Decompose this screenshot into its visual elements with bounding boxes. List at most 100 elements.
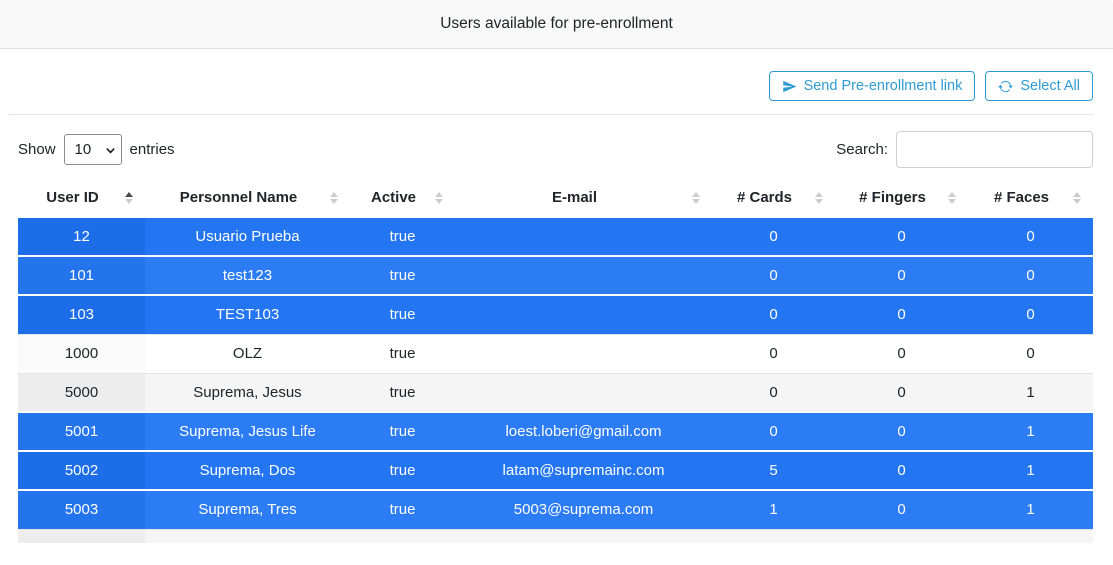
cell-user-id: 103	[18, 295, 145, 334]
cell-user-id: 1000	[18, 334, 145, 373]
sort-arrows-icon	[435, 192, 443, 204]
sort-arrows-icon	[1073, 192, 1081, 204]
column-label: User ID	[46, 189, 99, 206]
cell-personnel-name: OLZ	[145, 334, 350, 373]
cell-email	[455, 529, 712, 543]
cell-user-id: 5000	[18, 373, 145, 412]
show-label: Show	[18, 141, 56, 158]
cell-cards: 0	[712, 295, 835, 334]
cell-personnel-name: test123	[145, 256, 350, 295]
select-all-button[interactable]: Select All	[985, 71, 1093, 101]
cell-email	[455, 334, 712, 373]
table-row-partial[interactable]	[18, 529, 1093, 543]
column-label: Personnel Name	[180, 189, 298, 206]
table-row[interactable]: 1000OLZtrue000	[18, 334, 1093, 373]
page-title: Users available for pre-enrollment	[440, 15, 673, 33]
cell-personnel-name: Suprema, Jesus Life	[145, 412, 350, 451]
cell-email: latam@supremainc.com	[455, 451, 712, 490]
cell-cards: 5	[712, 451, 835, 490]
column-label: E-mail	[552, 189, 597, 206]
paper-plane-icon	[782, 79, 797, 94]
cell-fingers: 0	[835, 451, 968, 490]
cell-faces: 0	[968, 334, 1093, 373]
users-table: User ID Personnel Name Active E-mail # C…	[18, 179, 1093, 543]
pre-enrollment-panel: Users available for pre-enrollment Send …	[0, 0, 1113, 543]
cell-personnel-name: Suprema, Tres	[145, 490, 350, 529]
cell-personnel-name: Suprema, Dos	[145, 451, 350, 490]
datatable-controls: Show 10 entries Search:	[0, 115, 1113, 179]
cell-fingers: 0	[835, 412, 968, 451]
table-row[interactable]: 5003Suprema, Trestrue5003@suprema.com101	[18, 490, 1093, 529]
toolbar: Send Pre-enrollment link Select All	[0, 49, 1113, 114]
column-header-cards[interactable]: # Cards	[712, 179, 835, 217]
cell-faces: 1	[968, 490, 1093, 529]
cell-fingers: 0	[835, 295, 968, 334]
table-row[interactable]: 12Usuario Pruebatrue000	[18, 217, 1093, 256]
select-all-label: Select All	[1020, 78, 1080, 94]
cell-fingers: 0	[835, 490, 968, 529]
cell-email	[455, 256, 712, 295]
cell-personnel-name: Usuario Prueba	[145, 217, 350, 256]
cell-fingers: 0	[835, 217, 968, 256]
cell-faces: 0	[968, 295, 1093, 334]
table-header: User ID Personnel Name Active E-mail # C…	[18, 179, 1093, 217]
cell-user-id: 101	[18, 256, 145, 295]
cell-email: 5003@suprema.com	[455, 490, 712, 529]
cell-cards: 0	[712, 373, 835, 412]
sort-arrows-icon	[692, 192, 700, 204]
refresh-icon	[998, 79, 1013, 94]
cell-active: true	[350, 373, 455, 412]
cell-active: true	[350, 217, 455, 256]
cell-email	[455, 295, 712, 334]
cell-personnel-name: Suprema, Jesus	[145, 373, 350, 412]
cell-active: true	[350, 412, 455, 451]
cell-user-id: 5003	[18, 490, 145, 529]
cell-active: true	[350, 451, 455, 490]
table-row[interactable]: 5002Suprema, Dostruelatam@supremainc.com…	[18, 451, 1093, 490]
cell-email	[455, 373, 712, 412]
cell-cards: 0	[712, 412, 835, 451]
column-label: # Fingers	[859, 189, 926, 206]
search-input[interactable]	[896, 131, 1093, 168]
entries-select[interactable]: 10	[64, 134, 122, 165]
cell-active: true	[350, 295, 455, 334]
column-header-fingers[interactable]: # Fingers	[835, 179, 968, 217]
cell-active: true	[350, 334, 455, 373]
cell-cards: 1	[712, 490, 835, 529]
cell-email	[455, 217, 712, 256]
send-pre-enrollment-button[interactable]: Send Pre-enrollment link	[769, 71, 976, 101]
cell-faces: 1	[968, 373, 1093, 412]
panel-header: Users available for pre-enrollment	[0, 0, 1113, 49]
column-header-personnel-name[interactable]: Personnel Name	[145, 179, 350, 217]
cell-active	[350, 529, 455, 543]
sort-arrows-icon	[125, 192, 133, 204]
column-header-active[interactable]: Active	[350, 179, 455, 217]
cell-cards	[712, 529, 835, 543]
cell-cards: 0	[712, 217, 835, 256]
cell-user-id	[18, 529, 145, 543]
column-label: Active	[371, 189, 416, 206]
entries-label: entries	[130, 141, 175, 158]
cell-email: loest.loberi@gmail.com	[455, 412, 712, 451]
cell-cards: 0	[712, 256, 835, 295]
page-length-control: Show 10 entries	[18, 134, 175, 165]
cell-cards: 0	[712, 334, 835, 373]
table-row[interactable]: 101test123true000	[18, 256, 1093, 295]
column-header-user-id[interactable]: User ID	[18, 179, 145, 217]
cell-personnel-name: TEST103	[145, 295, 350, 334]
cell-faces: 1	[968, 451, 1093, 490]
column-label: # Cards	[737, 189, 792, 206]
column-header-faces[interactable]: # Faces	[968, 179, 1093, 217]
cell-fingers: 0	[835, 256, 968, 295]
table-row[interactable]: 5000Suprema, Jesustrue001	[18, 373, 1093, 412]
cell-faces: 0	[968, 217, 1093, 256]
cell-active: true	[350, 256, 455, 295]
column-header-email[interactable]: E-mail	[455, 179, 712, 217]
table-row[interactable]: 5001Suprema, Jesus Lifetrueloest.loberi@…	[18, 412, 1093, 451]
table-row[interactable]: 103TEST103true000	[18, 295, 1093, 334]
cell-fingers	[835, 529, 968, 543]
cell-faces	[968, 529, 1093, 543]
sort-arrows-icon	[948, 192, 956, 204]
cell-user-id: 12	[18, 217, 145, 256]
cell-fingers: 0	[835, 373, 968, 412]
